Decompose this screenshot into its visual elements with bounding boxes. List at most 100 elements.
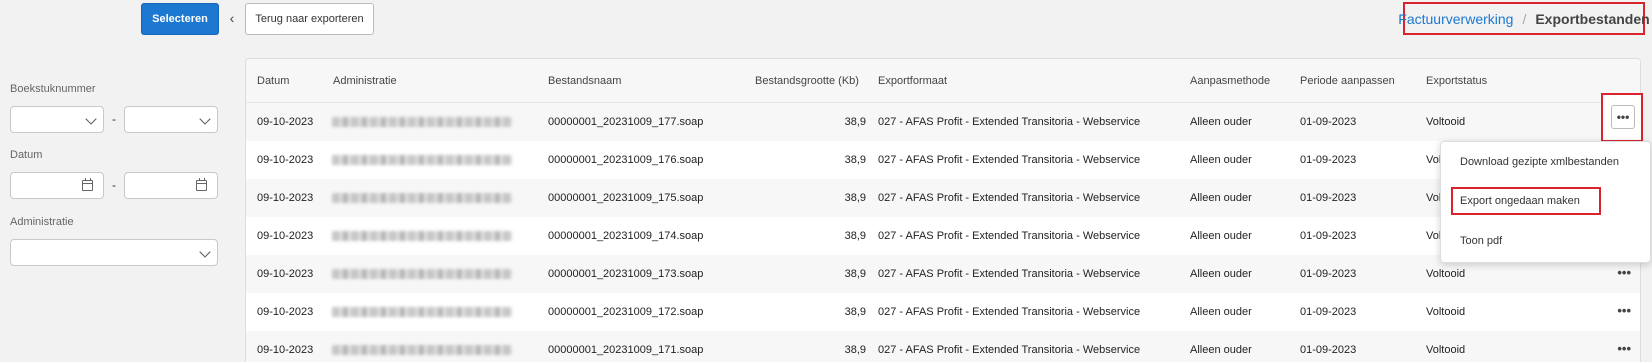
cell-exportstatus: Voltooid [1426, 344, 1466, 356]
cell-bestandsnaam: 00000001_20231009_173.soap [548, 268, 704, 280]
cell-bestandsnaam: 00000001_20231009_171.soap [548, 344, 704, 356]
table-row[interactable]: 09-10-2023 00000001_20231009_171.soap 027 … [246, 331, 1640, 362]
cell-datum: 09-10-2023 [257, 344, 314, 356]
cell-administratie-redacted [332, 155, 512, 165]
chevron-down-icon [85, 113, 97, 125]
table-row[interactable]: 09-10-2023 00000001_20231009_176.soap 027 … [246, 141, 1640, 179]
cell-exportformaat: 027 - AFAS Profit - Extended Transitoria… [878, 306, 1141, 318]
cell-bestandsnaam: 00000001_20231009_172.soap [548, 306, 704, 318]
chevron-down-icon [199, 246, 211, 258]
more-actions-icon[interactable]: ••• [1617, 265, 1631, 280]
breadcrumb-link-factuurverwerking[interactable]: Factuurverwerking [1398, 11, 1513, 27]
cell-aanpasmethode: Alleen ouder [1190, 306, 1252, 318]
cell-exportstatus: Voltooid [1426, 116, 1466, 128]
breadcrumb: Factuurverwerking / Exportbestanden [1398, 2, 1650, 35]
calendar-icon[interactable] [196, 178, 207, 191]
column-header-bestandsgrootte[interactable]: Bestandsgrootte (Kb) [755, 75, 859, 87]
cell-administratie-redacted [332, 269, 512, 279]
cell-aanpasmethode: Alleen ouder [1190, 116, 1252, 128]
cell-exportformaat: 027 - AFAS Profit - Extended Transitoria… [878, 154, 1141, 166]
cell-periode: 01-09-2023 [1300, 154, 1357, 166]
cell-periode: 01-09-2023 [1300, 116, 1357, 128]
cell-datum: 09-10-2023 [257, 154, 314, 166]
column-header-bestandsnaam[interactable]: Bestandsnaam [548, 75, 621, 87]
cell-periode: 01-09-2023 [1300, 268, 1357, 280]
cell-bestandsnaam: 00000001_20231009_175.soap [548, 192, 704, 204]
cell-periode: 01-09-2023 [1300, 344, 1357, 356]
cell-aanpasmethode: Alleen ouder [1190, 344, 1252, 356]
column-header-administratie[interactable]: Administratie [333, 75, 397, 87]
cell-administratie-redacted [332, 345, 512, 355]
breadcrumb-current: Exportbestanden [1535, 10, 1650, 27]
more-actions-icon[interactable]: ••• [1617, 341, 1631, 356]
cell-aanpasmethode: Alleen ouder [1190, 192, 1252, 204]
cell-bestandsgrootte: 38,9 [844, 192, 866, 204]
select-button[interactable]: Selecteren [141, 3, 219, 35]
cell-periode: 01-09-2023 [1300, 192, 1357, 204]
datum-label: Datum [10, 149, 43, 161]
menu-item-download-zipped-xml[interactable]: Download gezipte xmlbestanden [1460, 156, 1619, 168]
cell-bestandsgrootte: 38,9 [844, 306, 866, 318]
range-separator: - [112, 178, 116, 192]
cell-datum: 09-10-2023 [257, 192, 314, 204]
boekstuknummer-to-select[interactable] [124, 106, 218, 133]
cell-datum: 09-10-2023 [257, 306, 314, 318]
row-actions-menu: Download gezipte xmlbestanden Export ong… [1440, 141, 1651, 263]
cell-aanpasmethode: Alleen ouder [1190, 154, 1252, 166]
cell-bestandsnaam: 00000001_20231009_177.soap [548, 116, 704, 128]
table-row[interactable]: 09-10-2023 00000001_20231009_173.soap 027 … [246, 255, 1640, 293]
cell-administratie-redacted [332, 307, 512, 317]
cell-exportformaat: 027 - AFAS Profit - Extended Transitoria… [878, 192, 1141, 204]
table-header: Datum Administratie Bestandsnaam Bestand… [246, 59, 1640, 103]
back-to-export-button[interactable]: Terug naar exporteren [245, 3, 374, 35]
cell-administratie-redacted [332, 193, 512, 203]
datum-to-input[interactable] [124, 172, 218, 199]
cell-exportformaat: 027 - AFAS Profit - Extended Transitoria… [878, 268, 1141, 280]
table-row[interactable]: 09-10-2023 00000001_20231009_177.soap 027 … [246, 103, 1640, 141]
menu-item-show-pdf[interactable]: Toon pdf [1460, 235, 1502, 247]
cell-administratie-redacted [332, 117, 512, 127]
cell-bestandsgrootte: 38,9 [844, 344, 866, 356]
cell-bestandsnaam: 00000001_20231009_174.soap [548, 230, 704, 242]
table-row[interactable]: 09-10-2023 00000001_20231009_174.soap 027 … [246, 217, 1640, 255]
cell-periode: 01-09-2023 [1300, 306, 1357, 318]
cell-bestandsgrootte: 38,9 [844, 154, 866, 166]
cell-bestandsgrootte: 38,9 [844, 230, 866, 242]
cell-datum: 09-10-2023 [257, 230, 314, 242]
column-header-periode-aanpassen[interactable]: Periode aanpassen [1300, 75, 1395, 87]
range-separator: - [112, 112, 116, 126]
boekstuknummer-label: Boekstuknummer [10, 83, 96, 95]
cell-bestandsgrootte: 38,9 [844, 268, 866, 280]
menu-item-undo-export[interactable]: Export ongedaan maken [1460, 195, 1580, 207]
cell-bestandsgrootte: 38,9 [844, 116, 866, 128]
cell-aanpasmethode: Alleen ouder [1190, 268, 1252, 280]
column-header-datum[interactable]: Datum [257, 75, 289, 87]
column-header-exportstatus[interactable]: Exportstatus [1426, 75, 1487, 87]
chevron-down-icon [199, 113, 211, 125]
more-actions-icon[interactable]: ••• [1617, 303, 1631, 318]
cell-exportformaat: 027 - AFAS Profit - Extended Transitoria… [878, 230, 1141, 242]
column-header-aanpasmethode[interactable]: Aanpasmethode [1190, 75, 1270, 87]
more-actions-icon[interactable]: ••• [1611, 105, 1635, 129]
cell-exportstatus: Voltooid [1426, 306, 1466, 318]
calendar-icon[interactable] [82, 178, 93, 191]
cell-exportstatus: Voltooid [1426, 268, 1466, 280]
row-actions-button-highlight: ••• [1601, 93, 1643, 142]
cell-datum: 09-10-2023 [257, 268, 314, 280]
cell-periode: 01-09-2023 [1300, 230, 1357, 242]
cell-aanpasmethode: Alleen ouder [1190, 230, 1252, 242]
cell-datum: 09-10-2023 [257, 116, 314, 128]
cell-exportformaat: 027 - AFAS Profit - Extended Transitoria… [878, 344, 1141, 356]
boekstuknummer-from-select[interactable] [10, 106, 104, 133]
chevron-left-icon[interactable]: ‹ [226, 10, 238, 26]
cell-bestandsnaam: 00000001_20231009_176.soap [548, 154, 704, 166]
cell-exportformaat: 027 - AFAS Profit - Extended Transitoria… [878, 116, 1141, 128]
cell-administratie-redacted [332, 231, 512, 241]
administratie-select[interactable] [10, 239, 218, 266]
breadcrumb-separator: / [1522, 10, 1527, 27]
table-row[interactable]: 09-10-2023 00000001_20231009_172.soap 027 … [246, 293, 1640, 331]
administratie-label: Administratie [10, 216, 74, 228]
table-row[interactable]: 09-10-2023 00000001_20231009_175.soap 027 … [246, 179, 1640, 217]
datum-from-input[interactable] [10, 172, 104, 199]
column-header-exportformaat[interactable]: Exportformaat [878, 75, 947, 87]
